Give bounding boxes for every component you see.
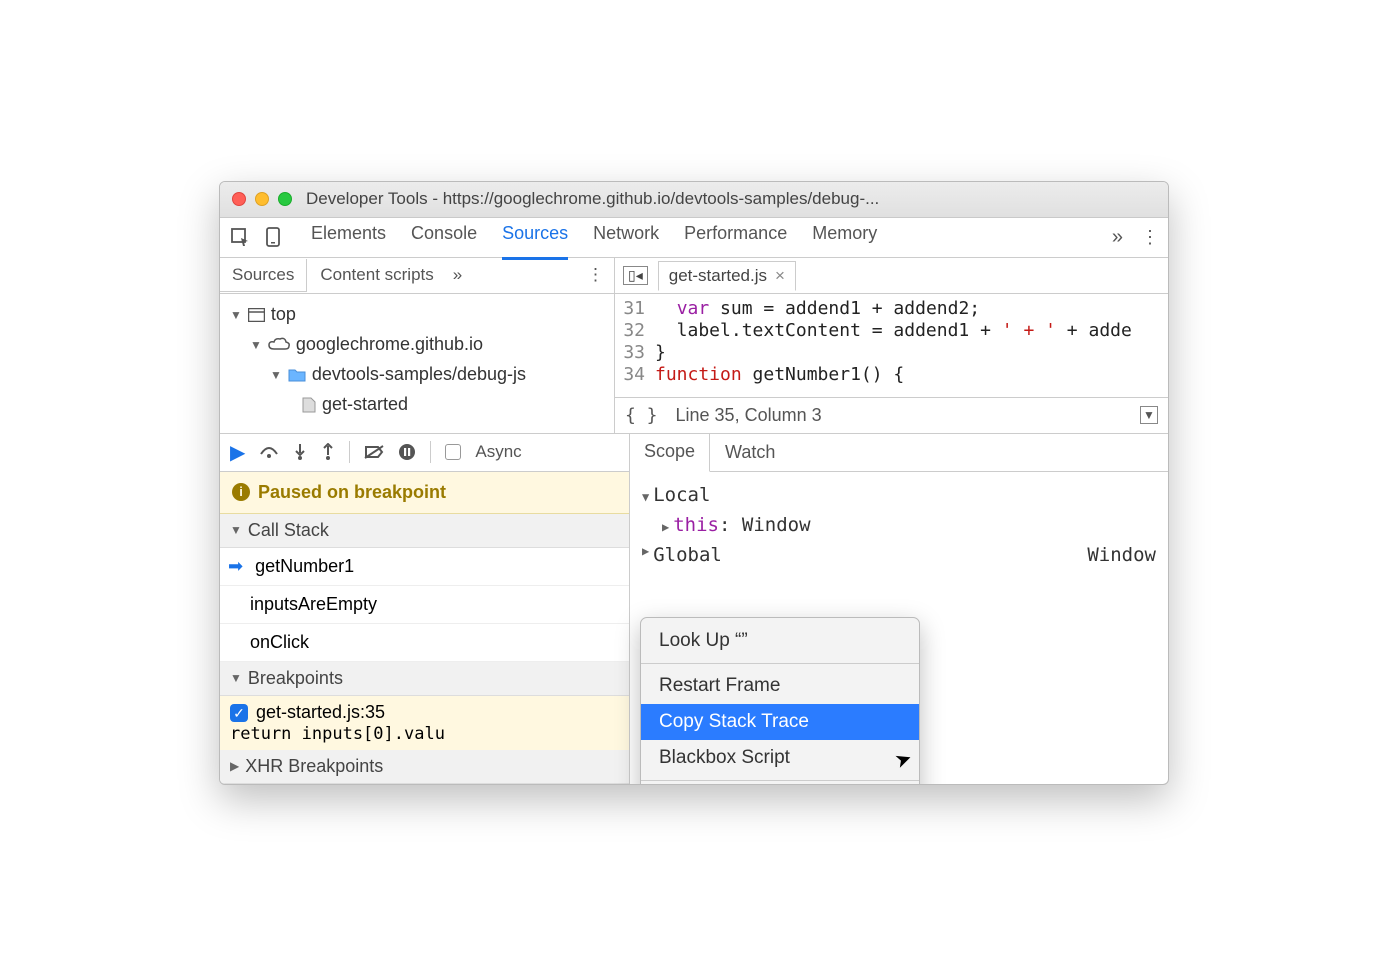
tab-elements[interactable]: Elements bbox=[311, 223, 386, 251]
breakpoints-header[interactable]: ▼Breakpoints bbox=[220, 662, 629, 696]
context-menu: Look Up “” Restart FrameCopy Stack TraceB… bbox=[640, 617, 920, 785]
sidebar-toggle-icon[interactable]: ▯◂ bbox=[623, 266, 648, 285]
context-menu-item[interactable]: Restart Frame bbox=[641, 668, 919, 704]
file-icon bbox=[302, 397, 316, 413]
select-element-icon[interactable] bbox=[230, 227, 250, 247]
tree-row-folder[interactable]: ▼devtools-samples/debug-js bbox=[230, 360, 604, 390]
pause-on-exception-icon[interactable] bbox=[398, 443, 416, 461]
settings-kebab-icon[interactable]: ⋮ bbox=[1141, 227, 1158, 248]
panel-tabs: Elements Console Sources Network Perform… bbox=[311, 223, 1102, 251]
step-over-icon[interactable] bbox=[259, 444, 279, 460]
code-editor: ▯◂ get-started.js× 31 var sum = addend1 … bbox=[615, 258, 1168, 433]
async-checkbox[interactable] bbox=[445, 444, 461, 460]
xhr-breakpoints-header[interactable]: ▶XHR Breakpoints bbox=[220, 750, 629, 784]
stack-frame[interactable]: getNumber1 bbox=[220, 548, 629, 586]
code-area[interactable]: 31 var sum = addend1 + addend2;32 label.… bbox=[615, 294, 1168, 397]
window-title: Developer Tools - https://googlechrome.g… bbox=[306, 189, 879, 209]
cloud-icon bbox=[268, 337, 290, 352]
context-menu-item[interactable]: Blackbox Script bbox=[641, 740, 919, 776]
device-toggle-icon[interactable] bbox=[264, 227, 282, 247]
subtab-sources[interactable]: Sources bbox=[220, 259, 307, 292]
tab-performance[interactable]: Performance bbox=[684, 223, 787, 251]
tab-memory[interactable]: Memory bbox=[812, 223, 877, 251]
tree-row-domain[interactable]: ▼googlechrome.github.io bbox=[230, 330, 604, 360]
expand-icon[interactable]: ▼ bbox=[1140, 406, 1158, 424]
minimize-icon[interactable] bbox=[255, 192, 269, 206]
tab-scope[interactable]: Scope bbox=[630, 434, 710, 472]
editor-status: { } Line 35, Column 3 ▼ bbox=[615, 397, 1168, 433]
async-label: Async bbox=[475, 442, 521, 462]
scope-global[interactable]: ▶GlobalWindow bbox=[642, 540, 1156, 570]
subtab-content-scripts[interactable]: Content scripts bbox=[307, 258, 446, 292]
breakpoint-checkbox[interactable]: ✓ bbox=[230, 704, 248, 722]
resume-icon[interactable]: ▶ bbox=[230, 440, 245, 465]
navigator-panel: Sources Content scripts » ⋮ ▼top ▼google… bbox=[220, 258, 615, 433]
deactivate-breakpoints-icon[interactable] bbox=[364, 444, 384, 460]
tab-sources[interactable]: Sources bbox=[502, 223, 568, 260]
close-icon[interactable] bbox=[232, 192, 246, 206]
tab-watch[interactable]: Watch bbox=[710, 434, 790, 471]
tab-network[interactable]: Network bbox=[593, 223, 659, 251]
navigator-tabs: Sources Content scripts » ⋮ bbox=[220, 258, 614, 294]
scope-local[interactable]: ▼Local bbox=[642, 480, 1156, 510]
cursor-position: Line 35, Column 3 bbox=[676, 405, 822, 426]
call-stack-header[interactable]: ▼Call Stack bbox=[220, 514, 629, 548]
context-menu-item[interactable]: Copy Stack Trace bbox=[641, 704, 919, 740]
more-subtabs-icon[interactable]: » bbox=[453, 265, 462, 285]
scope-body: ▼Local ▶this: Window ▶GlobalWindow bbox=[630, 472, 1168, 578]
tab-console[interactable]: Console bbox=[411, 223, 477, 251]
paused-banner: i Paused on breakpoint bbox=[220, 472, 629, 514]
devtools-window: Developer Tools - https://googlechrome.g… bbox=[219, 181, 1169, 785]
step-into-icon[interactable] bbox=[293, 443, 307, 461]
editor-tabs: ▯◂ get-started.js× bbox=[615, 258, 1168, 294]
main-toolbar: Elements Console Sources Network Perform… bbox=[220, 218, 1168, 258]
pretty-print-icon[interactable]: { } bbox=[625, 405, 658, 426]
maximize-icon[interactable] bbox=[278, 192, 292, 206]
file-tree: ▼top ▼googlechrome.github.io ▼devtools-s… bbox=[220, 294, 614, 426]
tree-row-file[interactable]: get-started bbox=[230, 390, 604, 420]
breakpoint-item[interactable]: ✓get-started.js:35 return inputs[0].valu bbox=[220, 696, 629, 750]
context-menu-item[interactable]: Look Up “” bbox=[641, 623, 919, 659]
folder-icon bbox=[288, 368, 306, 382]
step-out-icon[interactable] bbox=[321, 443, 335, 461]
stack-frame[interactable]: inputsAreEmpty bbox=[220, 586, 629, 624]
info-icon: i bbox=[232, 483, 250, 501]
stack-frame[interactable]: onClick bbox=[220, 624, 629, 662]
debugger-left: ▶ Async i Paused on breakpoint ▼Call Sta… bbox=[220, 434, 630, 784]
scope-this[interactable]: ▶this: Window bbox=[642, 510, 1156, 540]
tree-row-top[interactable]: ▼top bbox=[230, 300, 604, 330]
debugger-controls: ▶ Async bbox=[220, 434, 629, 472]
window-icon bbox=[248, 308, 265, 322]
more-tabs-icon[interactable]: » bbox=[1112, 226, 1123, 249]
editor-tab[interactable]: get-started.js× bbox=[658, 261, 796, 291]
scope-tabs: Scope Watch bbox=[630, 434, 1168, 472]
close-tab-icon[interactable]: × bbox=[775, 266, 785, 286]
titlebar: Developer Tools - https://googlechrome.g… bbox=[220, 182, 1168, 218]
navigator-kebab-icon[interactable]: ⋮ bbox=[587, 265, 604, 285]
